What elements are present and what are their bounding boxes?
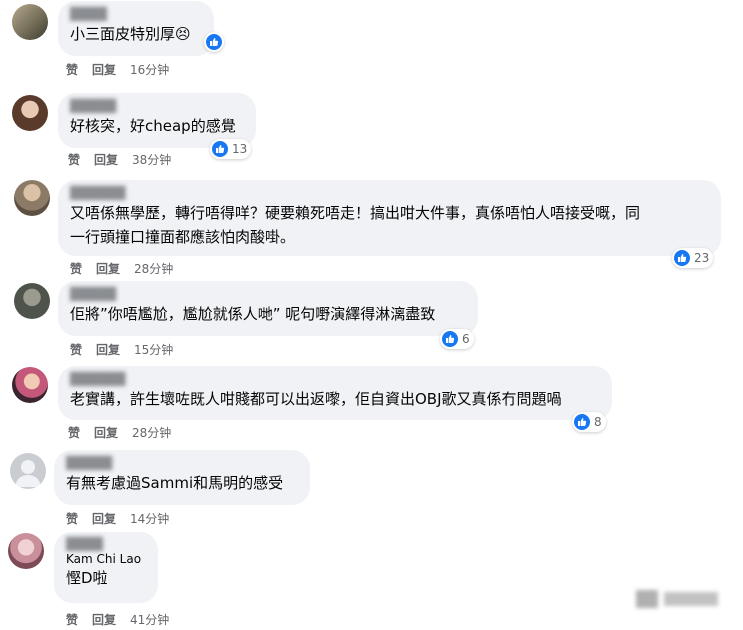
comment-author[interactable]: ██████ <box>70 372 150 387</box>
comment-author-blurred: ████ <box>66 537 103 551</box>
comment-bubble: ████ Kam Chi Lao 慳D啦 <box>54 532 158 603</box>
avatar[interactable] <box>12 4 48 40</box>
comment-author[interactable]: █████ <box>70 99 140 114</box>
comment-text: 有無考慮過Sammi和馬明的感受 <box>66 474 284 492</box>
avatar[interactable] <box>8 533 44 569</box>
reply-button[interactable]: 回复 <box>94 424 118 441</box>
comment-author[interactable]: █████ <box>66 456 136 471</box>
like-button[interactable]: 赞 <box>68 151 80 168</box>
comment-timestamp[interactable]: 15分钟 <box>134 341 173 358</box>
comment-text: 佢將”你唔尷尬，尷尬就係人哋” 呢句嘢演繹得淋漓盡致 <box>70 305 436 323</box>
comment-text-line-2: 一行頭撞口撞面都應該怕肉酸啩。 <box>70 228 296 246</box>
comment-timestamp[interactable]: 16分钟 <box>130 61 169 78</box>
reaction-badge[interactable]: 6 <box>440 329 474 349</box>
avatar[interactable] <box>12 95 48 131</box>
reaction-badge[interactable] <box>204 32 224 52</box>
comment-text: 好核突，好cheap的感覺 <box>70 117 236 135</box>
like-button[interactable]: 赞 <box>66 510 78 527</box>
comment-author[interactable]: Kam Chi Lao <box>66 550 146 568</box>
comment-actions: 赞 回复 16分钟 <box>66 61 169 78</box>
watermark-logo <box>632 586 722 612</box>
reaction-count: 23 <box>694 251 710 265</box>
avatar[interactable] <box>12 367 48 403</box>
avatar[interactable] <box>14 180 50 216</box>
comment-text: 慳D啦 <box>66 569 108 587</box>
default-person-icon <box>15 460 41 487</box>
reaction-badge[interactable]: 23 <box>672 248 714 268</box>
like-button[interactable]: 赞 <box>70 341 82 358</box>
like-reaction-icon <box>212 141 228 157</box>
comment-actions: 赞 回复 14分钟 <box>66 510 169 527</box>
comment-bubble: ██████ 又唔係無學歷，轉行唔得咩？硬要賴死唔走！搞出咁大件事，真係唔怕人唔… <box>58 180 721 256</box>
comment-author[interactable]: ████ <box>70 7 130 22</box>
reaction-badge[interactable]: 13 <box>210 139 252 159</box>
like-reaction-icon <box>442 331 458 347</box>
comment-timestamp[interactable]: 14分钟 <box>130 510 169 527</box>
reply-button[interactable]: 回复 <box>94 151 118 168</box>
like-reaction-icon <box>206 34 222 50</box>
comment-actions: 赞 回复 41分钟 <box>66 611 169 628</box>
comment-timestamp[interactable]: 28分钟 <box>132 424 171 441</box>
comment-actions: 赞 回复 15分钟 <box>70 341 173 358</box>
reply-button[interactable]: 回复 <box>92 510 116 527</box>
reaction-count: 6 <box>462 332 470 346</box>
comment-actions: 赞 回复 38分钟 <box>68 151 171 168</box>
reaction-count: 13 <box>232 142 248 156</box>
comment-bubble: ██████ 老實講，許生壞咗既人咁賤都可以出返嚟，佢自資出OBJ歌又真係冇問題… <box>58 366 612 420</box>
like-reaction-icon <box>674 250 690 266</box>
reply-button[interactable]: 回复 <box>92 61 116 78</box>
comment-text-line-1: 又唔係無學歷，轉行唔得咩？硬要賴死唔走！搞出咁大件事，真係唔怕人唔接受嘅，同 <box>70 204 641 222</box>
comment-text: 老實講，許生壞咗既人咁賤都可以出返嚟，佢自資出OBJ歌又真係冇問題喎 <box>70 390 562 408</box>
like-reaction-icon <box>574 414 590 430</box>
reply-button[interactable]: 回复 <box>96 260 120 277</box>
like-button[interactable]: 赞 <box>70 260 82 277</box>
comment-timestamp[interactable]: 38分钟 <box>132 151 171 168</box>
comment-bubble: ████ 小三面皮特別厚😣 <box>58 1 214 56</box>
reaction-count: 8 <box>594 415 602 429</box>
comment-timestamp[interactable]: 41分钟 <box>130 611 169 628</box>
reaction-badge[interactable]: 8 <box>572 412 606 432</box>
comment-timestamp[interactable]: 28分钟 <box>134 260 173 277</box>
comment-actions: 赞 回复 28分钟 <box>68 424 171 441</box>
reply-button[interactable]: 回复 <box>96 341 120 358</box>
comment-author[interactable]: █████ <box>70 287 140 302</box>
avatar[interactable] <box>14 283 50 319</box>
like-button[interactable]: 赞 <box>66 611 78 628</box>
comment-bubble: █████ 佢將”你唔尷尬，尷尬就係人哋” 呢句嘢演繹得淋漓盡致 <box>58 281 478 336</box>
reply-button[interactable]: 回复 <box>92 611 116 628</box>
comment-actions: 赞 回复 28分钟 <box>70 260 173 277</box>
comment-author[interactable]: ██████ <box>70 186 150 201</box>
comment-bubble: █████ 有無考慮過Sammi和馬明的感受 <box>54 450 310 505</box>
like-button[interactable]: 赞 <box>66 61 78 78</box>
avatar[interactable] <box>10 453 46 489</box>
like-button[interactable]: 赞 <box>68 424 80 441</box>
comment-text: 小三面皮特別厚😣 <box>70 25 191 43</box>
